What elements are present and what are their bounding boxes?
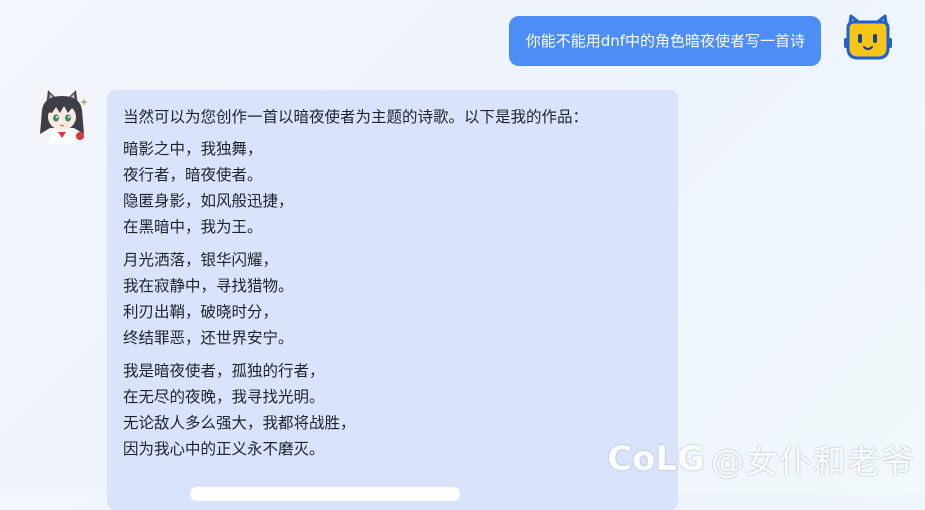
- poem-line: 因为我心中的正义永不磨灭。: [123, 440, 325, 458]
- watermark: CoLG @女仆和老爷: [607, 435, 915, 483]
- poem-line: 利刃出鞘，破晓时分，: [123, 303, 279, 321]
- poem-line: 在黑暗中，我为王。: [123, 218, 263, 236]
- poem-line: 暗影之中，我独舞，: [123, 140, 263, 158]
- poem-line: 终结罪恶，还世界安宁。: [123, 329, 294, 347]
- yellow-cat-avatar-icon[interactable]: [841, 10, 895, 64]
- watermark-logo: CoLG: [607, 439, 705, 479]
- poem-line: 我在寂静中，寻找猎物。: [123, 277, 294, 295]
- poem-line: 无论敌人多么强大，我都将战胜，: [123, 414, 356, 432]
- poem-line: 夜行者，暗夜使者。: [123, 166, 263, 184]
- user-message-bubble: 你能不能用dnf中的角色暗夜使者写一首诗: [508, 16, 821, 66]
- watermark-text: @女仆和老爷: [711, 442, 915, 481]
- bubble-action-bar[interactable]: [190, 487, 460, 501]
- anime-catgirl-avatar-icon[interactable]: [34, 88, 90, 144]
- poem-stanza: 我是暗夜使者，孤独的行者， 在无尽的夜晚，我寻找光明。 无论敌人多么强大，我都将…: [123, 358, 662, 462]
- poem-stanza: 月光洒落，银华闪耀， 我在寂静中，寻找猎物。 利刃出鞘，破晓时分， 终结罪恶，还…: [123, 247, 662, 351]
- bot-intro-text: 当然可以为您创作一首以暗夜使者为主题的诗歌。以下是我的作品：: [123, 108, 589, 126]
- poem-line: 在无尽的夜晚，我寻找光明。: [123, 388, 325, 406]
- poem-line: 月光洒落，银华闪耀，: [123, 251, 279, 269]
- poem-line: 我是暗夜使者，孤独的行者，: [123, 362, 325, 380]
- poem-line: 隐匿身影，如风般迅捷，: [123, 192, 294, 210]
- user-message-row: 你能不能用dnf中的角色暗夜使者写一首诗: [508, 14, 895, 66]
- poem-stanza: 暗影之中，我独舞， 夜行者，暗夜使者。 隐匿身影，如风般迅捷， 在黑暗中，我为王…: [123, 136, 662, 240]
- bot-message-bubble: 当然可以为您创作一首以暗夜使者为主题的诗歌。以下是我的作品： 暗影之中，我独舞，…: [107, 90, 678, 510]
